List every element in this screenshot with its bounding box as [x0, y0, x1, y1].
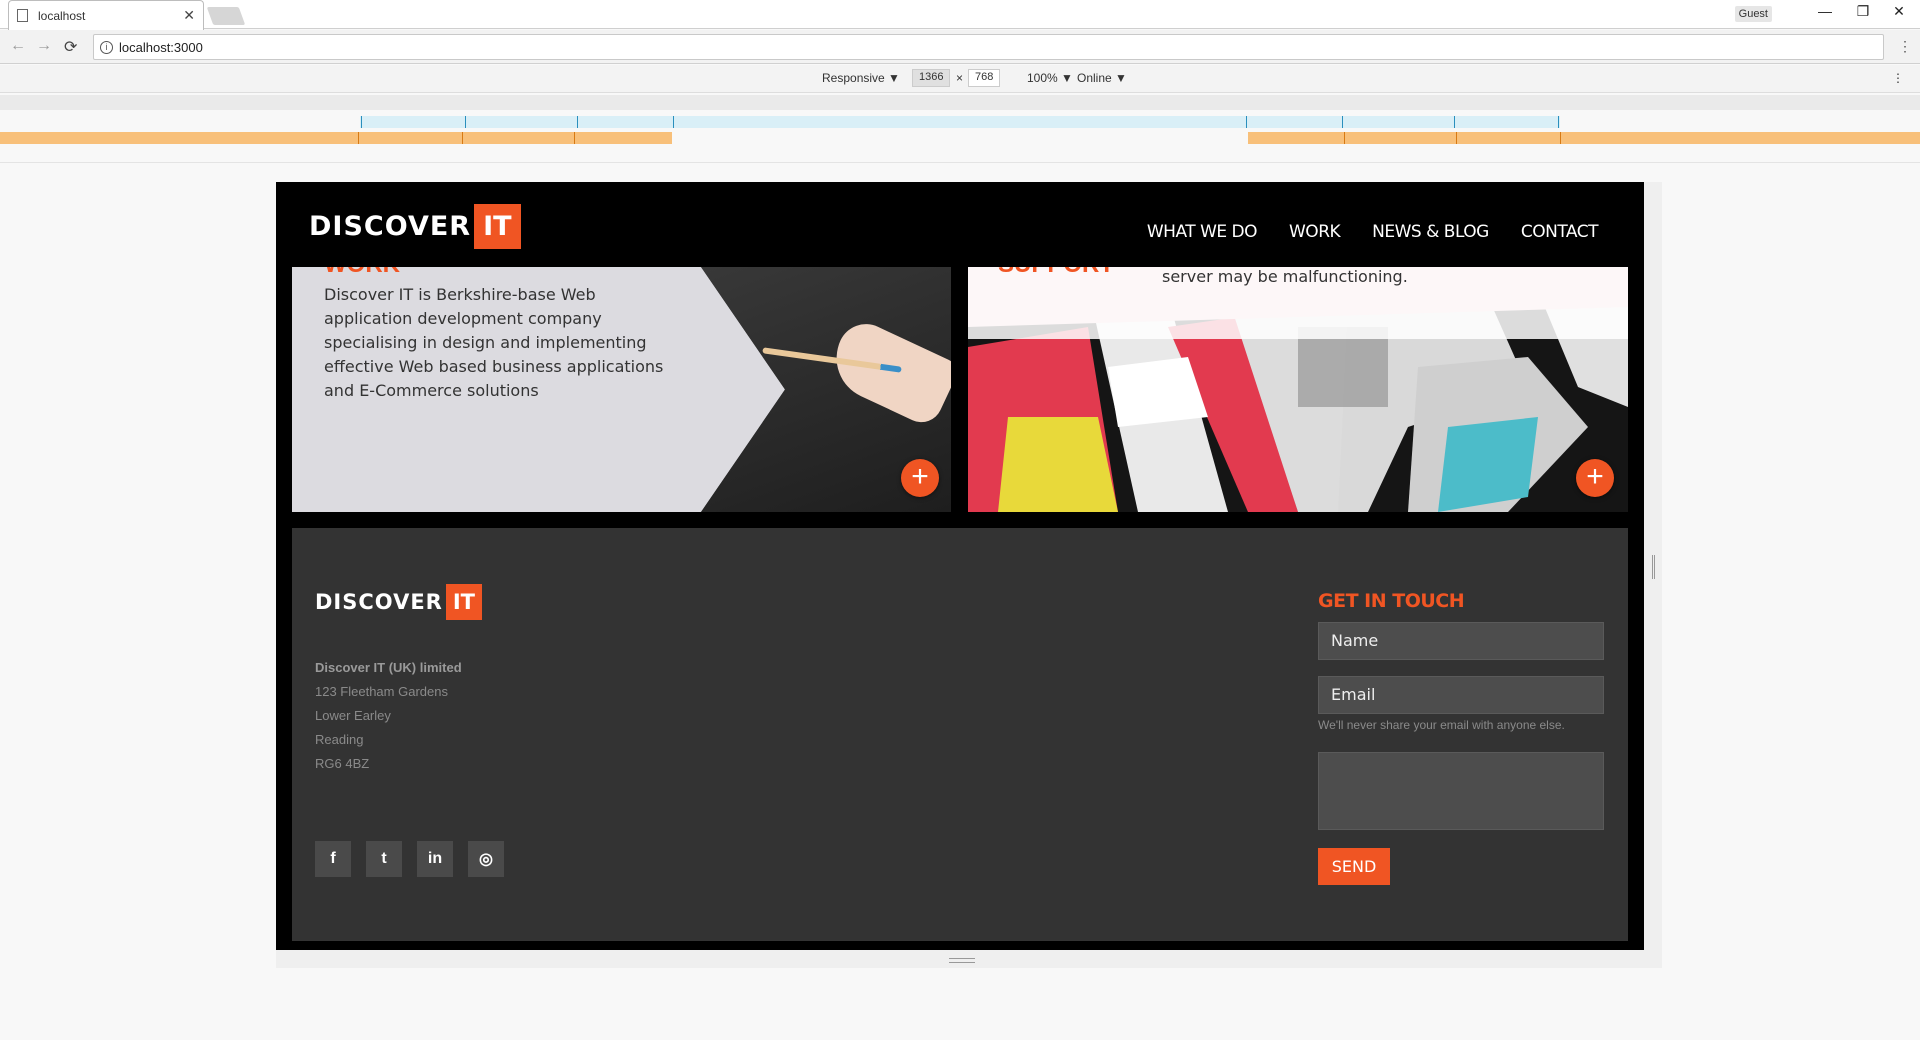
nav-what-we-do[interactable]: WHAT WE DO: [1147, 222, 1258, 242]
page-icon: [17, 9, 28, 22]
viewport-resize-handle-right[interactable]: [1652, 555, 1655, 579]
browser-tab[interactable]: localhost ✕: [8, 0, 204, 30]
footer-logo[interactable]: DISCOVER IT: [315, 584, 482, 620]
reload-icon[interactable]: ⟳: [64, 37, 77, 57]
new-tab-button[interactable]: [206, 7, 246, 25]
dimension-separator: ×: [956, 71, 964, 85]
support-card-title: SUPPORT: [998, 267, 1114, 279]
device-toolbar: Responsive ▼ 1366 × 768 100% ▼ Online ▼ …: [0, 65, 1920, 93]
work-card-title: WORK: [324, 267, 400, 279]
email-field[interactable]: Email: [1318, 676, 1604, 714]
nav-news-blog[interactable]: NEWS & BLOG: [1372, 222, 1489, 242]
support-card[interactable]: SUPPORT server may be malfunctioning. +: [968, 267, 1628, 512]
close-tab-icon[interactable]: ✕: [183, 7, 195, 24]
facebook-icon[interactable]: f: [315, 841, 351, 877]
device-toolbar-more-icon[interactable]: ⋮: [1892, 71, 1904, 85]
support-card-text: server may be malfunctioning.: [1162, 267, 1408, 286]
viewport-resize-handle-bottom[interactable]: [949, 958, 975, 963]
logo-word: DISCOVER: [309, 211, 472, 242]
social-links: f t in ◎: [315, 841, 504, 877]
browser-menu-icon[interactable]: ⋮: [1898, 38, 1912, 55]
media-query-tick: [577, 116, 578, 128]
emulated-viewport: DISCOVER IT WHAT WE DO WORK NEWS & BLOG …: [276, 182, 1644, 950]
media-query-bar-min-right[interactable]: [1248, 132, 1920, 144]
site-footer: DISCOVER IT Discover IT (UK) limited 123…: [292, 528, 1628, 941]
media-query-tick: [462, 132, 463, 144]
network-select[interactable]: Online ▼: [1077, 71, 1127, 85]
name-field[interactable]: Name: [1318, 622, 1604, 660]
height-input[interactable]: 768: [968, 69, 1001, 87]
company-name: Discover IT (UK) limited: [315, 660, 462, 675]
media-query-bar-min-max[interactable]: [360, 116, 1560, 128]
back-icon[interactable]: ←: [10, 37, 26, 55]
media-query-bar-max[interactable]: [0, 95, 1920, 110]
media-query-tick: [358, 132, 359, 144]
media-query-tick: [465, 116, 466, 128]
media-query-tick: [1558, 116, 1559, 128]
media-query-tick: [1342, 116, 1343, 128]
device-select[interactable]: Responsive ▼: [822, 71, 900, 85]
contact-heading: GET IN TOUCH: [1318, 590, 1465, 612]
media-query-tick: [1454, 116, 1455, 128]
address-line: Lower Earley: [315, 708, 391, 723]
expand-plus-icon[interactable]: +: [901, 459, 939, 497]
expand-plus-icon[interactable]: +: [1576, 459, 1614, 497]
media-query-tick: [673, 116, 674, 128]
twitter-icon[interactable]: t: [366, 841, 402, 877]
url-text: localhost:3000: [119, 39, 203, 55]
media-query-bar-min-left[interactable]: [0, 132, 672, 144]
instagram-icon[interactable]: ◎: [468, 841, 504, 877]
nav-work[interactable]: WORK: [1289, 222, 1341, 242]
close-window-icon[interactable]: ✕: [1884, 3, 1914, 20]
nav-contact[interactable]: CONTACT: [1521, 222, 1599, 242]
linkedin-icon[interactable]: in: [417, 841, 453, 877]
media-query-tick: [574, 132, 575, 144]
tab-title: localhost: [38, 8, 86, 23]
logo-it-badge: IT: [474, 204, 521, 249]
media-query-tick: [1560, 132, 1561, 144]
minimize-icon[interactable]: —: [1810, 3, 1840, 19]
message-textarea[interactable]: [1318, 752, 1604, 830]
site-info-icon[interactable]: i: [100, 40, 113, 54]
site-logo[interactable]: DISCOVER IT: [309, 204, 521, 249]
address-toolbar: ← → ⟳ i localhost:3000: [0, 30, 1920, 64]
forward-icon[interactable]: →: [36, 37, 52, 55]
media-query-tick: [361, 116, 362, 128]
main-nav: WHAT WE DO WORK NEWS & BLOG CONTACT: [1147, 222, 1599, 242]
company-address: Discover IT (UK) limited 123 Fleetham Ga…: [315, 656, 462, 776]
guest-profile-badge[interactable]: Guest: [1734, 6, 1772, 22]
zoom-select[interactable]: 100% ▼: [1027, 71, 1073, 85]
browser-tab-strip: localhost ✕ Guest — ❐ ✕: [0, 0, 1920, 30]
footer-logo-word: DISCOVER: [315, 590, 443, 614]
footer-logo-it-badge: IT: [445, 584, 482, 620]
width-input[interactable]: 1366: [912, 69, 951, 87]
email-hint: We'll never share your email with anyone…: [1318, 718, 1565, 732]
media-query-tick: [1456, 132, 1457, 144]
address-line: Reading: [315, 732, 364, 747]
site-header: DISCOVER IT WHAT WE DO WORK NEWS & BLOG …: [276, 182, 1644, 267]
media-query-tick: [1246, 116, 1247, 128]
viewport-separator: [0, 162, 1920, 163]
address-line: 123 Fleetham Gardens: [315, 684, 448, 699]
url-bar[interactable]: i localhost:3000: [93, 34, 1884, 60]
send-button[interactable]: SEND: [1318, 848, 1390, 885]
restore-icon[interactable]: ❐: [1848, 3, 1878, 20]
media-query-tick: [1344, 132, 1345, 144]
work-card[interactable]: WORK Discover IT is Berkshire-base Web a…: [292, 267, 951, 512]
address-postcode: RG6 4BZ: [315, 756, 370, 771]
work-card-text: Discover IT is Berkshire-base Web applic…: [324, 285, 664, 400]
